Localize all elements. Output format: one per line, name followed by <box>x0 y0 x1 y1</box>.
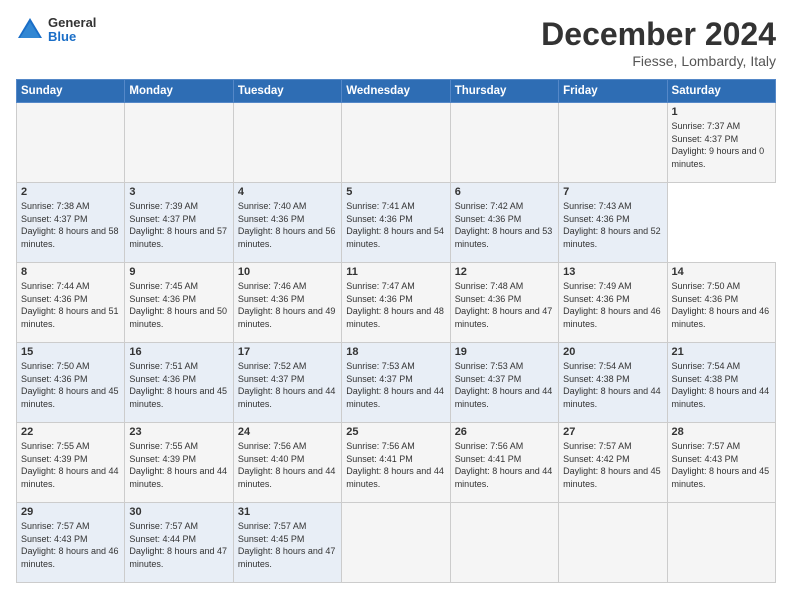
calendar-cell: 19Sunrise: 7:53 AMSunset: 4:37 PMDayligh… <box>450 343 558 423</box>
calendar-cell: 12Sunrise: 7:48 AMSunset: 4:36 PMDayligh… <box>450 263 558 343</box>
calendar-cell: 6Sunrise: 7:42 AMSunset: 4:36 PMDaylight… <box>450 183 558 263</box>
calendar-week-row: 29Sunrise: 7:57 AMSunset: 4:43 PMDayligh… <box>17 503 776 583</box>
calendar-cell: 1Sunrise: 7:37 AMSunset: 4:37 PMDaylight… <box>667 103 775 183</box>
logo-text-line1: General <box>48 16 96 30</box>
calendar-cell: 14Sunrise: 7:50 AMSunset: 4:36 PMDayligh… <box>667 263 775 343</box>
day-header-tuesday: Tuesday <box>233 80 341 103</box>
calendar-cell: 15Sunrise: 7:50 AMSunset: 4:36 PMDayligh… <box>17 343 125 423</box>
calendar-cell: 30Sunrise: 7:57 AMSunset: 4:44 PMDayligh… <box>125 503 233 583</box>
calendar-cell: 27Sunrise: 7:57 AMSunset: 4:42 PMDayligh… <box>559 423 667 503</box>
calendar-cell-empty <box>233 103 341 183</box>
day-header-saturday: Saturday <box>667 80 775 103</box>
calendar-cell <box>559 503 667 583</box>
day-header-sunday: Sunday <box>17 80 125 103</box>
calendar-cell: 20Sunrise: 7:54 AMSunset: 4:38 PMDayligh… <box>559 343 667 423</box>
page-header: General Blue December 2024 Fiesse, Lomba… <box>16 16 776 69</box>
calendar-cell: 26Sunrise: 7:56 AMSunset: 4:41 PMDayligh… <box>450 423 558 503</box>
calendar-cell: 9Sunrise: 7:45 AMSunset: 4:36 PMDaylight… <box>125 263 233 343</box>
day-header-monday: Monday <box>125 80 233 103</box>
calendar-cell-empty <box>17 103 125 183</box>
calendar-cell: 21Sunrise: 7:54 AMSunset: 4:38 PMDayligh… <box>667 343 775 423</box>
calendar-cell: 8Sunrise: 7:44 AMSunset: 4:36 PMDaylight… <box>17 263 125 343</box>
calendar-week-row: 8Sunrise: 7:44 AMSunset: 4:36 PMDaylight… <box>17 263 776 343</box>
calendar-cell: 16Sunrise: 7:51 AMSunset: 4:36 PMDayligh… <box>125 343 233 423</box>
day-header-wednesday: Wednesday <box>342 80 450 103</box>
calendar-cell-empty <box>125 103 233 183</box>
logo-text-line2: Blue <box>48 30 96 44</box>
calendar-cell: 22Sunrise: 7:55 AMSunset: 4:39 PMDayligh… <box>17 423 125 503</box>
calendar-week-row: 2Sunrise: 7:38 AMSunset: 4:37 PMDaylight… <box>17 183 776 263</box>
calendar-cell: 31Sunrise: 7:57 AMSunset: 4:45 PMDayligh… <box>233 503 341 583</box>
calendar-cell: 5Sunrise: 7:41 AMSunset: 4:36 PMDaylight… <box>342 183 450 263</box>
calendar-cell: 2Sunrise: 7:38 AMSunset: 4:37 PMDaylight… <box>17 183 125 263</box>
location: Fiesse, Lombardy, Italy <box>541 53 776 69</box>
calendar-week-row: 22Sunrise: 7:55 AMSunset: 4:39 PMDayligh… <box>17 423 776 503</box>
day-header-friday: Friday <box>559 80 667 103</box>
calendar-cell-empty <box>342 103 450 183</box>
logo: General Blue <box>16 16 96 45</box>
calendar-cell: 4Sunrise: 7:40 AMSunset: 4:36 PMDaylight… <box>233 183 341 263</box>
calendar-cell: 28Sunrise: 7:57 AMSunset: 4:43 PMDayligh… <box>667 423 775 503</box>
calendar-cell <box>667 503 775 583</box>
calendar-cell: 13Sunrise: 7:49 AMSunset: 4:36 PMDayligh… <box>559 263 667 343</box>
calendar-header-row: SundayMondayTuesdayWednesdayThursdayFrid… <box>17 80 776 103</box>
calendar-cell: 10Sunrise: 7:46 AMSunset: 4:36 PMDayligh… <box>233 263 341 343</box>
calendar-week-row: 1Sunrise: 7:37 AMSunset: 4:37 PMDaylight… <box>17 103 776 183</box>
month-title: December 2024 <box>541 16 776 53</box>
calendar-cell: 7Sunrise: 7:43 AMSunset: 4:36 PMDaylight… <box>559 183 667 263</box>
calendar-cell: 24Sunrise: 7:56 AMSunset: 4:40 PMDayligh… <box>233 423 341 503</box>
calendar-cell: 11Sunrise: 7:47 AMSunset: 4:36 PMDayligh… <box>342 263 450 343</box>
calendar-cell: 3Sunrise: 7:39 AMSunset: 4:37 PMDaylight… <box>125 183 233 263</box>
calendar-table: SundayMondayTuesdayWednesdayThursdayFrid… <box>16 79 776 583</box>
calendar-cell: 29Sunrise: 7:57 AMSunset: 4:43 PMDayligh… <box>17 503 125 583</box>
calendar-cell: 18Sunrise: 7:53 AMSunset: 4:37 PMDayligh… <box>342 343 450 423</box>
calendar-week-row: 15Sunrise: 7:50 AMSunset: 4:36 PMDayligh… <box>17 343 776 423</box>
calendar-cell-empty <box>559 103 667 183</box>
calendar-cell: 17Sunrise: 7:52 AMSunset: 4:37 PMDayligh… <box>233 343 341 423</box>
logo-icon <box>16 16 44 44</box>
calendar-cell-empty <box>450 103 558 183</box>
title-block: December 2024 Fiesse, Lombardy, Italy <box>541 16 776 69</box>
day-header-thursday: Thursday <box>450 80 558 103</box>
calendar-cell: 23Sunrise: 7:55 AMSunset: 4:39 PMDayligh… <box>125 423 233 503</box>
calendar-cell: 25Sunrise: 7:56 AMSunset: 4:41 PMDayligh… <box>342 423 450 503</box>
calendar-cell <box>450 503 558 583</box>
calendar-cell <box>342 503 450 583</box>
